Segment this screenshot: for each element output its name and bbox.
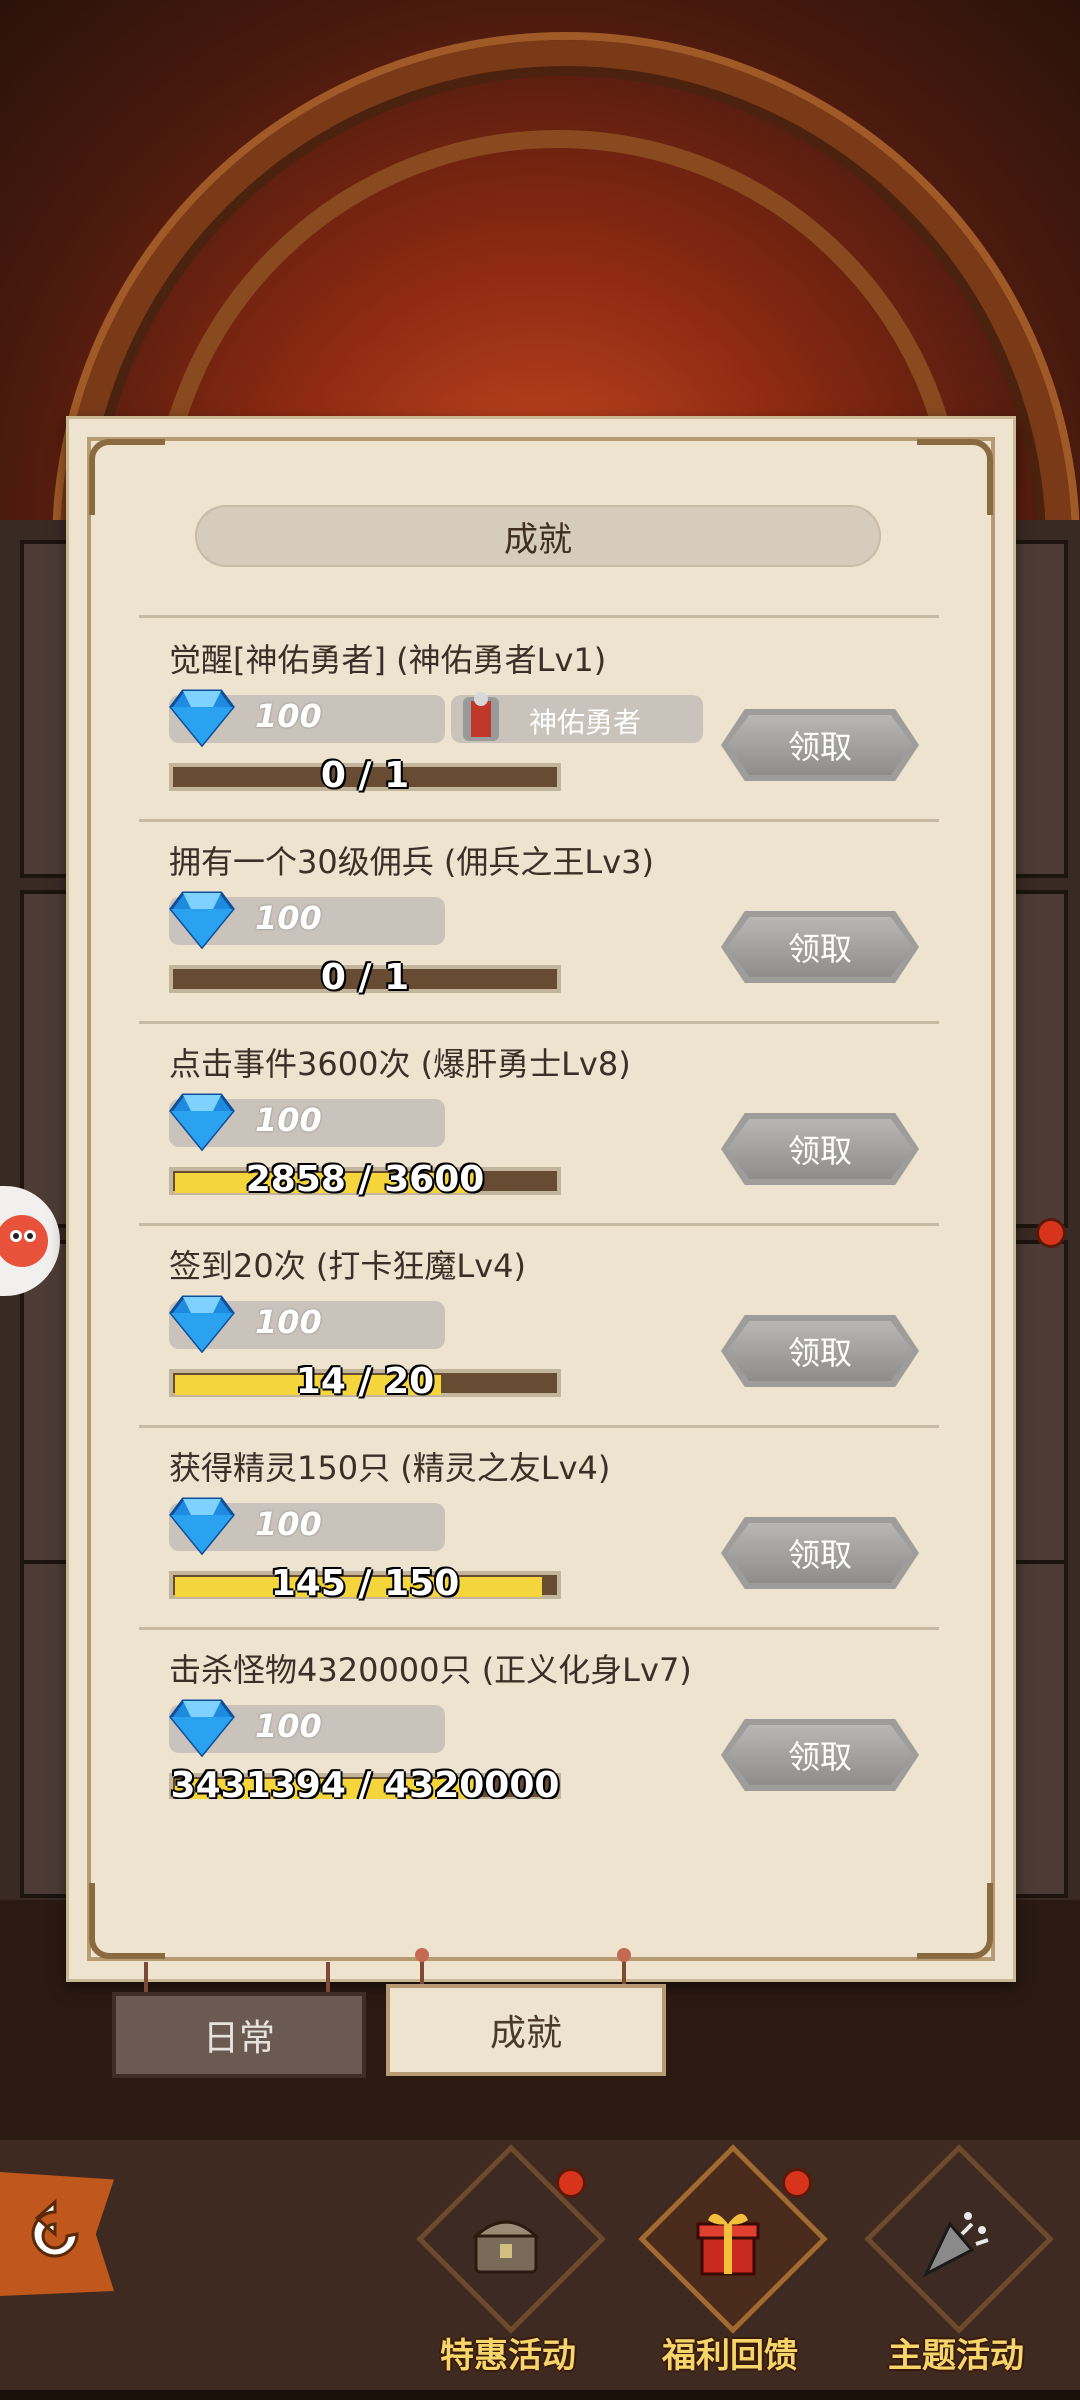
achievement-row: 觉醒[神佑勇者] (神佑勇者Lv1) 100 神佑勇者 0 / 1 领取 (69, 619, 1013, 821)
claim-button[interactable]: 领取 (721, 911, 919, 983)
nav-welfare-rewards[interactable]: 福利回馈 (638, 2144, 828, 2376)
nav-label: 福利回馈 (662, 2336, 798, 2376)
page-title: 成就 (504, 519, 572, 560)
treasure-chest-icon (472, 2220, 540, 2274)
claim-button[interactable]: 领取 (721, 1517, 919, 1589)
progress-text: 0 / 1 (320, 957, 410, 998)
achievement-title: 拥有一个30级佣兵 (佣兵之王Lv3) (169, 843, 654, 881)
tab-daily-label: 日常 (202, 2018, 275, 2059)
achievement-title: 获得精灵150只 (精灵之友Lv4) (169, 1449, 611, 1487)
progress-text: 3431394 / 4320000 (170, 1765, 560, 1799)
achievement-row: 击杀怪物4320000只 (正义化身Lv7) 100 3431394 / 432… (69, 1629, 1013, 1799)
back-arrow-icon (31, 2198, 79, 2258)
reward-amount: 100 (255, 1707, 322, 1745)
frame-corner (917, 1883, 993, 1959)
reward-amount: 100 (255, 697, 322, 735)
achievement-title: 点击事件3600次 (爆肝勇士Lv8) (169, 1045, 631, 1083)
claim-button[interactable]: 领取 (721, 709, 919, 781)
progress-text: 0 / 1 (320, 755, 410, 796)
claim-label: 领取 (787, 930, 852, 968)
nav-theme-events[interactable]: 主题活动 (864, 2144, 1054, 2376)
achievement-row: 获得精灵150只 (精灵之友Lv4) 100 145 / 150 领取 (69, 1427, 1013, 1629)
achievement-title: 签到20次 (打卡狂魔Lv4) (169, 1247, 526, 1285)
floating-assistant-button[interactable] (0, 1186, 60, 1296)
reward-amount: 100 (255, 1101, 322, 1139)
claim-button[interactable]: 领取 (721, 1719, 919, 1791)
frame-corner (89, 1883, 165, 1959)
claim-label: 领取 (787, 1536, 852, 1574)
diamond-gem-icon (169, 1497, 235, 1555)
tab-daily[interactable]: 日常 (112, 1992, 366, 2078)
nav-label: 特惠活动 (440, 2336, 576, 2376)
badge-dot (782, 2168, 812, 2198)
reward-amount: 100 (255, 1303, 322, 1341)
reward-amount: 100 (255, 899, 322, 937)
nav-special-offers[interactable]: 特惠活动 (416, 2144, 606, 2376)
armor-icon (463, 692, 499, 741)
diamond-gem-icon (169, 1295, 235, 1353)
string-knot (415, 1948, 429, 1962)
mascot-icon (0, 1215, 48, 1267)
divider (139, 615, 939, 618)
tab-achievements-label: 成就 (489, 2013, 562, 2054)
progress-text: 2858 / 3600 (245, 1159, 485, 1200)
claim-label: 领取 (787, 1132, 852, 1170)
party-popper-icon (922, 2212, 989, 2278)
gift-box-icon (696, 2213, 760, 2276)
notification-dot (1036, 1218, 1066, 1248)
diamond-gem-icon (169, 689, 235, 747)
diamond-gem-icon (169, 1699, 235, 1757)
achievement-title: 觉醒[神佑勇者] (神佑勇者Lv1) (169, 641, 607, 679)
achievement-title: 击杀怪物4320000只 (正义化身Lv7) (169, 1651, 692, 1689)
claim-button[interactable]: 领取 (721, 1113, 919, 1185)
claim-label: 领取 (787, 1334, 852, 1372)
frame-corner (89, 439, 165, 515)
claim-label: 领取 (787, 1738, 852, 1776)
reward-amount: 100 (255, 1505, 322, 1543)
item-reward-label: 神佑勇者 (529, 706, 642, 739)
claim-button[interactable]: 领取 (721, 1315, 919, 1387)
claim-label: 领取 (787, 728, 852, 766)
progress-text: 145 / 150 (270, 1563, 460, 1604)
diamond-gem-icon (169, 1093, 235, 1151)
badge-dot (556, 2168, 586, 2198)
achievement-row: 拥有一个30级佣兵 (佣兵之王Lv3) 100 0 / 1 领取 (69, 821, 1013, 1023)
nav-label: 主题活动 (888, 2336, 1024, 2376)
string-knot (617, 1948, 631, 1962)
tab-achievements[interactable]: 成就 (386, 1984, 666, 2076)
diamond-gem-icon (169, 891, 235, 949)
bottom-edge (0, 2390, 1080, 2400)
achievement-row: 点击事件3600次 (爆肝勇士Lv8) 100 2858 / 3600 领取 (69, 1023, 1013, 1225)
achievement-row: 签到20次 (打卡狂魔Lv4) 100 14 / 20 领取 (69, 1225, 1013, 1427)
frame-corner (917, 439, 993, 515)
panel-title-bar: 成就 (195, 505, 881, 567)
achievement-panel: 成就 觉醒[神佑勇者] (神佑勇者Lv1) 100 神佑勇者 0 / 1 领取 … (66, 416, 1016, 1982)
achievement-list[interactable]: 觉醒[神佑勇者] (神佑勇者Lv1) 100 神佑勇者 0 / 1 领取 拥有一… (69, 619, 1013, 1799)
progress-text: 14 / 20 (295, 1361, 435, 1402)
